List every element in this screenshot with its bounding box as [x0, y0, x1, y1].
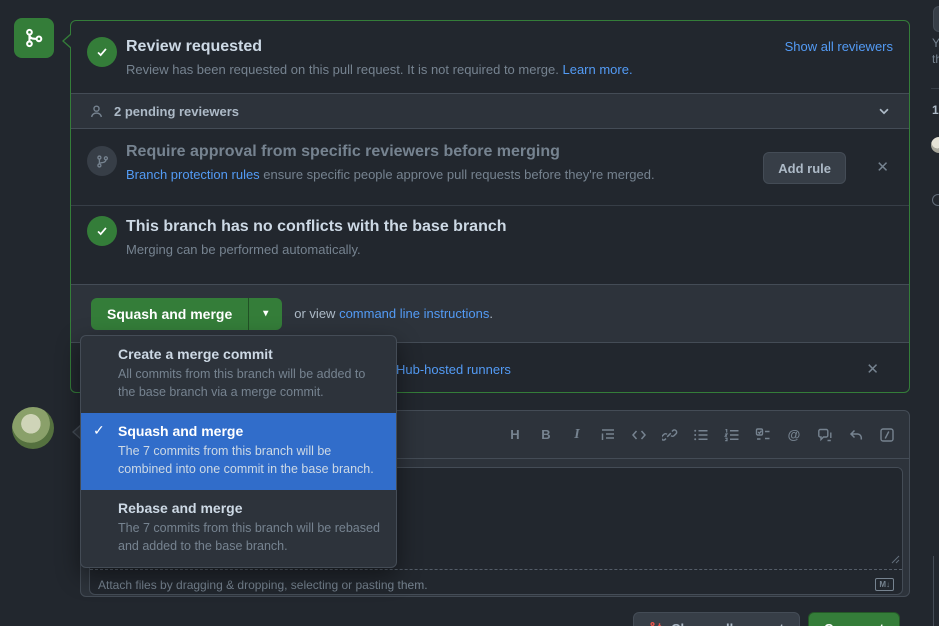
- pr-closed-icon: [649, 621, 663, 626]
- menu-item-description: The 7 commits from this branch will be r…: [118, 519, 380, 555]
- chevron-down-icon[interactable]: [877, 104, 891, 118]
- squash-and-merge-button[interactable]: Squash and merge: [91, 298, 248, 330]
- no-conflicts-section: This branch has no conflicts with the ba…: [71, 205, 909, 284]
- close-pull-request-button[interactable]: Close pull request: [633, 612, 800, 626]
- show-all-reviewers-link[interactable]: Show all reviewers: [785, 39, 893, 54]
- tasklist-icon[interactable]: [754, 426, 772, 444]
- menu-item-create-merge-commit[interactable]: Create a merge commit All commits from t…: [81, 336, 396, 413]
- sidebar-divider: [931, 88, 939, 89]
- sidebar-fragment-count: 1: [932, 103, 939, 117]
- menu-item-title: Create a merge commit: [118, 346, 380, 362]
- menu-item-rebase-and-merge[interactable]: Rebase and merge The 7 commits from this…: [81, 490, 396, 567]
- menu-item-title: Rebase and merge: [118, 500, 380, 516]
- review-requested-description: Review has been requested on this pull r…: [126, 62, 562, 77]
- add-rule-button[interactable]: Add rule: [763, 152, 846, 184]
- saved-replies-icon[interactable]: [878, 426, 896, 444]
- check-icon: ✓: [93, 422, 105, 439]
- pending-reviewers-label: 2 pending reviewers: [114, 104, 239, 119]
- heading-icon[interactable]: H: [506, 426, 524, 444]
- person-icon: [89, 104, 104, 119]
- review-requested-section: Review requested Review has been request…: [71, 21, 909, 93]
- comment-button[interactable]: Comment: [808, 612, 900, 626]
- pull-request-merge-section: Review requested Review has been request…: [0, 0, 939, 626]
- dismiss-protection-icon[interactable]: ✕: [876, 160, 889, 175]
- menu-item-description: All commits from this branch will be add…: [118, 365, 380, 401]
- code-icon[interactable]: [630, 426, 648, 444]
- cross-reference-icon[interactable]: [816, 426, 834, 444]
- hosted-runners-link[interactable]: Hub-hosted runners: [396, 362, 511, 377]
- reply-icon[interactable]: [847, 426, 865, 444]
- git-branch-icon: [87, 146, 117, 176]
- branch-protection-rules-link[interactable]: Branch protection rules: [126, 167, 260, 182]
- dismiss-runners-icon[interactable]: ✕: [866, 362, 879, 377]
- merge-actions-section: Squash and merge ▾ or view command line …: [71, 284, 909, 342]
- link-icon[interactable]: [661, 426, 679, 444]
- no-conflicts-title: This branch has no conflicts with the ba…: [126, 218, 909, 236]
- pending-reviewers-row[interactable]: 2 pending reviewers: [71, 93, 909, 129]
- check-circle-icon: [87, 37, 117, 67]
- unordered-list-icon[interactable]: [692, 426, 710, 444]
- learn-more-link[interactable]: Learn more.: [562, 62, 632, 77]
- close-button-label: Close pull request: [671, 621, 784, 626]
- sidebar-avatar[interactable]: [931, 137, 939, 153]
- sidebar-fragment-button[interactable]: [933, 6, 939, 32]
- menu-item-description: The 7 commits from this branch will be c…: [118, 442, 380, 478]
- ordered-list-icon[interactable]: [723, 426, 741, 444]
- command-line-instructions-link[interactable]: command line instructions: [339, 306, 489, 321]
- sidebar-border-line: [933, 556, 934, 626]
- mention-icon[interactable]: @: [785, 426, 803, 444]
- markdown-icon: M↓: [875, 578, 894, 591]
- italic-icon[interactable]: I: [568, 426, 586, 444]
- merge-options-dropdown: Create a merge commit All commits from t…: [80, 335, 397, 568]
- menu-item-title: Squash and merge: [118, 423, 380, 439]
- branch-protection-section: Require approval from specific reviewers…: [71, 129, 909, 205]
- sidebar-fragment-icon: [932, 194, 939, 206]
- check-circle-icon: [87, 216, 117, 246]
- sidebar-fragment-text: Y: [932, 36, 939, 50]
- quote-icon[interactable]: [599, 426, 617, 444]
- bold-icon[interactable]: B: [537, 426, 555, 444]
- menu-item-squash-and-merge[interactable]: ✓ Squash and merge The 7 commits from th…: [81, 413, 396, 490]
- user-avatar[interactable]: [12, 407, 54, 449]
- attach-files-bar[interactable]: Attach files by dragging & dropping, sel…: [90, 569, 902, 595]
- or-view-text: or view: [294, 306, 339, 321]
- branch-protection-description: ensure specific people approve pull requ…: [260, 167, 655, 182]
- no-conflicts-description: Merging can be performed automatically.: [126, 242, 909, 257]
- merge-options-caret[interactable]: ▾: [248, 298, 282, 330]
- attach-files-hint: Attach files by dragging & dropping, sel…: [98, 578, 428, 592]
- git-merge-icon: [14, 18, 54, 58]
- resize-grip[interactable]: [890, 554, 900, 564]
- merge-button-group: Squash and merge ▾: [91, 298, 282, 330]
- sidebar-fragment-text: th: [932, 52, 939, 66]
